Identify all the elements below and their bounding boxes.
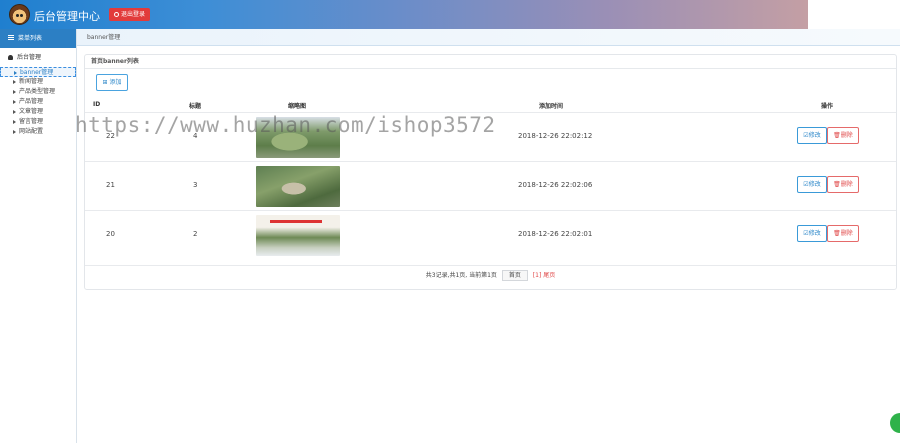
sidebar-group-admin[interactable]: 后台管理 — [0, 48, 76, 67]
sidebar-item-label: 产品类型管理 — [19, 88, 56, 95]
sidebar-header-label: 菜单列表 — [18, 35, 43, 42]
app-title: 后台管理中心 — [34, 10, 100, 23]
current-page: [1] — [532, 272, 542, 279]
sidebar-item-news[interactable]: 新闻管理 — [0, 77, 76, 87]
cell-time: 2018-12-26 22:02:12 — [518, 132, 593, 140]
sidebar-item-products[interactable]: 产品管理 — [0, 97, 76, 107]
cell-time: 2018-12-26 22:02:06 — [518, 181, 593, 189]
col-title: 标题 — [189, 103, 202, 110]
top-header: 后台管理中心 退出登录 — [0, 0, 808, 29]
sidebar-item-label: 留言管理 — [19, 118, 44, 125]
cell-time: 2018-12-26 22:02:01 — [518, 230, 593, 238]
last-page-link[interactable]: 尾页 — [543, 272, 555, 279]
sidebar: 菜单列表 后台管理 banner管理 新闻管理 产品类型管理 产品管理 文章管理… — [0, 29, 77, 443]
panel-title: 首页banner列表 — [85, 55, 896, 69]
sidebar-item-banner[interactable]: banner管理 — [0, 67, 76, 77]
sidebar-item-product-type[interactable]: 产品类型管理 — [0, 87, 76, 97]
cell-title: 4 — [193, 132, 198, 140]
cell-title: 3 — [193, 181, 198, 189]
avatar — [9, 4, 30, 25]
banner-thumbnail — [256, 215, 340, 256]
pagination: 共3记录,共1页, 当前第1页 首页 [1] 尾页 — [85, 265, 896, 285]
sidebar-item-articles[interactable]: 文章管理 — [0, 107, 76, 117]
user-icon — [8, 55, 13, 60]
sidebar-item-label: 文章管理 — [19, 108, 44, 115]
table-header: ID 标题 缩略图 添加时间 操作 — [85, 96, 896, 112]
add-button-label: 添加 — [109, 79, 122, 86]
sidebar-item-messages[interactable]: 留言管理 — [0, 117, 76, 127]
banner-list-panel: 首页banner列表 ⊞ 添加 ID 标题 缩略图 添加时间 操作 22 4 2… — [84, 54, 897, 290]
banner-thumbnail — [256, 166, 340, 207]
col-actions: 操作 — [821, 103, 834, 110]
sidebar-header: 菜单列表 — [0, 29, 76, 48]
add-button[interactable]: ⊞ 添加 — [96, 74, 128, 91]
banner-thumbnail — [256, 117, 340, 158]
sidebar-item-label: 网站配置 — [19, 128, 44, 135]
chat-icon[interactable] — [890, 413, 900, 433]
table-row: 21 3 2018-12-26 22:02:06 ☑修改 🗑删除 — [85, 161, 896, 210]
col-thumbnail: 缩略图 — [288, 103, 307, 110]
delete-button[interactable]: 🗑删除 — [827, 225, 859, 242]
sidebar-item-label: banner管理 — [20, 69, 54, 76]
delete-button[interactable]: 🗑删除 — [827, 127, 859, 144]
table-row: 20 2 2018-12-26 22:02:01 ☑修改 🗑删除 — [85, 210, 896, 259]
col-added-time: 添加时间 — [539, 103, 564, 110]
first-page-button[interactable]: 首页 — [501, 270, 528, 281]
table-row: 22 4 2018-12-26 22:02:12 ☑修改 🗑删除 — [85, 112, 896, 161]
sidebar-group-label: 后台管理 — [17, 54, 42, 61]
edit-button[interactable]: ☑修改 — [797, 225, 827, 242]
cell-id: 22 — [106, 132, 115, 140]
delete-button[interactable]: 🗑删除 — [827, 176, 859, 193]
sidebar-item-label: 产品管理 — [19, 98, 44, 105]
breadcrumb: banner管理 — [77, 29, 900, 46]
sidebar-item-label: 新闻管理 — [19, 78, 44, 85]
pager-summary: 共3记录,共1页, 当前第1页 — [425, 272, 497, 279]
col-id: ID — [93, 101, 101, 108]
edit-button[interactable]: ☑修改 — [797, 176, 827, 193]
logout-button[interactable]: 退出登录 — [109, 8, 151, 21]
logout-label: 退出登录 — [121, 11, 146, 18]
sidebar-item-site-config[interactable]: 网站配置 — [0, 127, 76, 137]
cell-id: 20 — [106, 230, 115, 238]
cell-id: 21 — [106, 181, 115, 189]
edit-button[interactable]: ☑修改 — [797, 127, 827, 144]
cell-title: 2 — [193, 230, 198, 238]
power-icon — [114, 12, 119, 17]
menu-icon — [8, 35, 14, 40]
